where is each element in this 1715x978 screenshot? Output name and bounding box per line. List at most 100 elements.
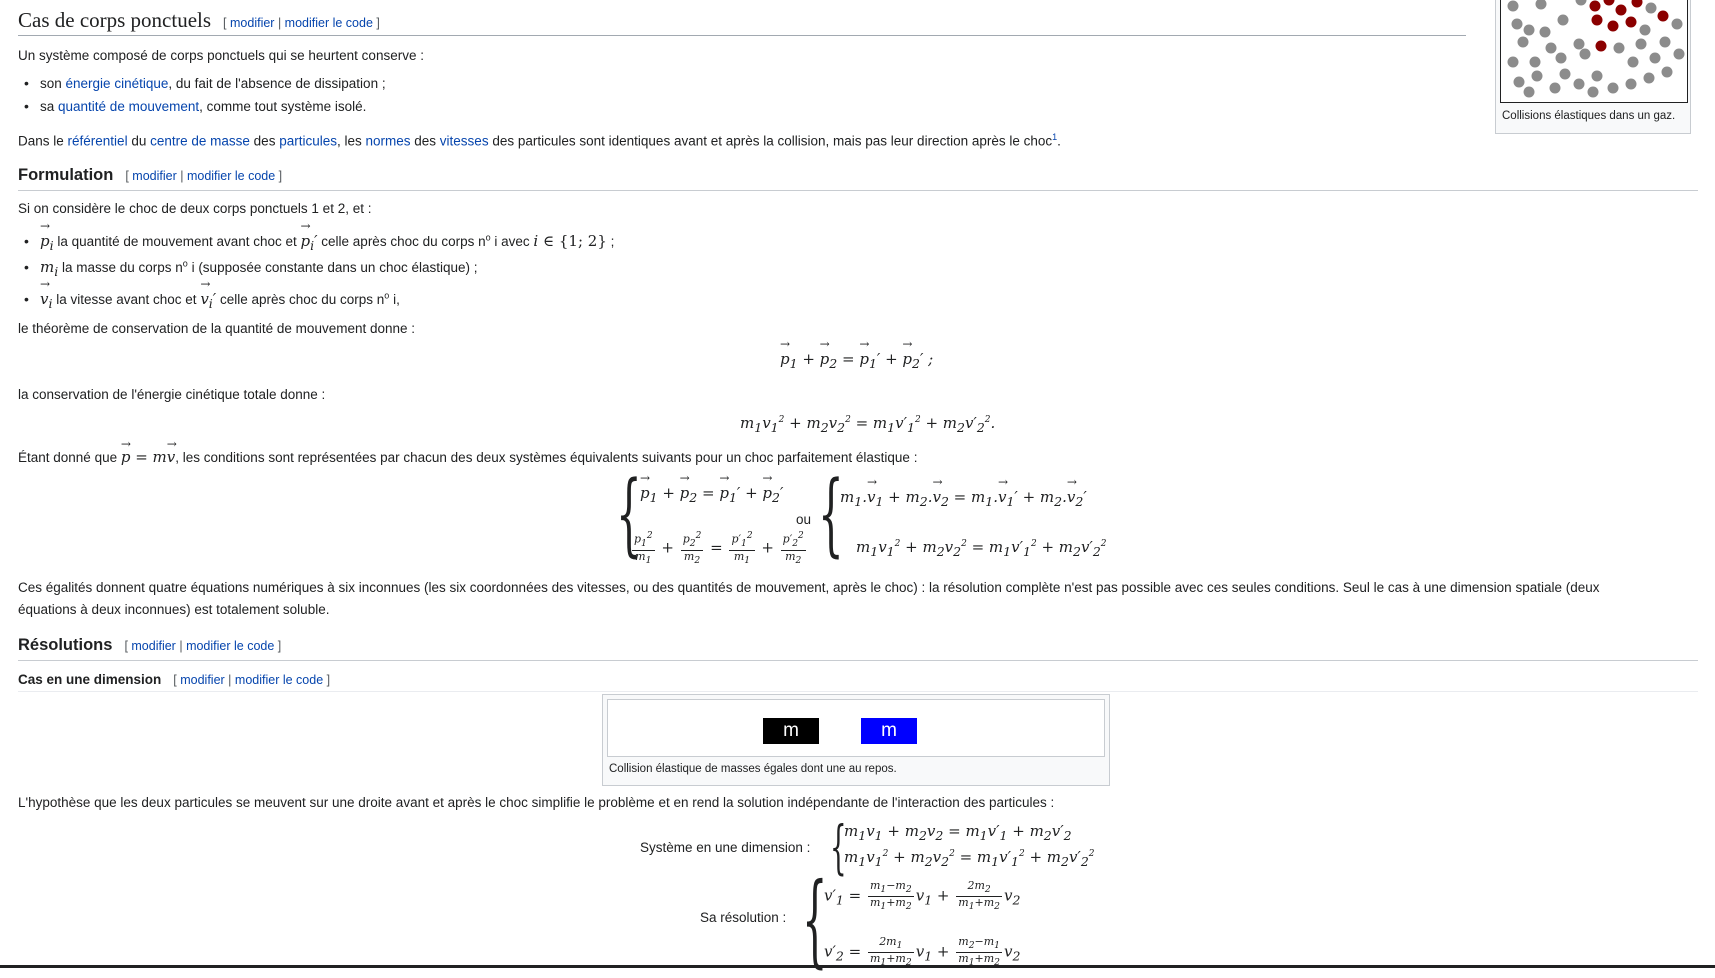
gas-particle-grey [1559, 68, 1571, 80]
text: sa [40, 99, 59, 114]
edit-link[interactable]: modifier [132, 169, 176, 183]
gas-particle-grey [1645, 2, 1657, 14]
section-heading-formulation: Formulation [ modifier | modifier le code… [18, 166, 1698, 191]
link-vitesses[interactable]: vitesses [440, 134, 489, 149]
math-m-i: mi [40, 258, 59, 279]
gas-particle-red [1625, 16, 1637, 28]
formulation-intro: Si on considère le choc de deux corps po… [18, 201, 372, 216]
link-normes[interactable]: normes [366, 134, 411, 149]
gas-particle-grey [1627, 56, 1639, 68]
heading-text: Résolutions [18, 636, 113, 654]
link-quantite-mouvement[interactable]: quantité de mouvement [58, 99, 199, 114]
math-p-equals-mv: p = mv [121, 433, 178, 466]
gas-particle-grey [1587, 86, 1599, 98]
text: i (supposée constante dans un choc élast… [187, 260, 478, 275]
text: son [40, 76, 66, 91]
gas-particle-grey [1661, 66, 1673, 78]
resolution-eq1: v′1 = m1−m2 m1+m2 v1 + 2m2 m1+m2 v2 [824, 879, 1021, 913]
text: . [1057, 133, 1061, 149]
gas-particle-grey [1639, 24, 1651, 36]
system-1d-eq1: m1v1 + m2v2 = m1v′1 + m2v′2 [844, 822, 1072, 843]
list-item-energie: son énergie cinétique, du fait de l'abse… [24, 75, 386, 91]
gas-particle-grey [1507, 0, 1519, 12]
edit-link[interactable]: modifier [230, 16, 274, 30]
edit-code-link[interactable]: modifier le code [235, 673, 323, 687]
mass-collision-image[interactable]: m m [607, 699, 1105, 757]
link-energie-cinetique[interactable]: énergie cinétique [66, 76, 169, 91]
gas-particle-grey [1613, 42, 1625, 54]
gas-thumbnail: Collisions élastiques dans un gaz. [1495, 0, 1691, 134]
hypothesis-paragraph: L'hypothèse que les deux particules se m… [18, 795, 1055, 810]
gas-particle-grey [1575, 0, 1587, 6]
edit-code-link[interactable]: modifier le code [186, 639, 274, 653]
text: , les conditions sont représentées par c… [175, 450, 918, 465]
section-heading-resolutions: Résolutions [ modifier | modifier le code… [18, 636, 1698, 661]
gas-particle-grey [1671, 18, 1683, 30]
link-particules[interactable]: particules [279, 134, 337, 149]
gas-particle-grey [1643, 72, 1655, 84]
list-item-momentum: pi la quantité de mouvement avant choc e… [24, 219, 615, 253]
gas-particle-red [1603, 0, 1615, 6]
gas-particle-red [1657, 10, 1669, 22]
mass-collision-thumbnail: m m Collision élastique de masses égales… [602, 694, 1110, 786]
text: i avec [490, 234, 534, 249]
system-a-energy: p12 m1 + p22 m2 = p′12 m1 + p′22 m2 [632, 531, 806, 567]
link-referentiel[interactable]: référentiel [68, 134, 128, 149]
gas-particle-grey [1573, 78, 1585, 90]
article-content: Cas de corps ponctuels [ modifier | modif… [18, 0, 1698, 970]
gas-particle-red [1589, 0, 1601, 12]
text: ; [606, 234, 615, 249]
text: Étant donné que [18, 450, 121, 465]
vector-p-i-prime: pi′ [301, 219, 318, 253]
edit-code-link[interactable]: modifier le code [187, 169, 275, 183]
system-1d-label: Système en une dimension : [640, 840, 811, 855]
gas-particle-grey [1673, 48, 1685, 60]
gas-particle-grey [1557, 14, 1569, 26]
edit-link[interactable]: modifier [180, 673, 224, 687]
system-b-energy: m1v12 + m2v22 = m1v′12 + m2v′22 [856, 538, 1107, 559]
mass-block-left: m [763, 718, 819, 744]
edit-links: [ modifier | modifier le code ] [173, 673, 331, 687]
edit-code-link[interactable]: modifier le code [285, 16, 373, 30]
vector-v-i: vi [40, 277, 52, 311]
text: des [249, 133, 280, 149]
gas-particle-grey [1649, 52, 1661, 64]
gas-particle-grey [1659, 36, 1671, 48]
link-centre-de-masse[interactable]: centre de masse [150, 134, 250, 149]
gas-particle-grey [1523, 86, 1535, 98]
gas-particle-grey [1523, 24, 1535, 36]
gas-particle-grey [1591, 70, 1603, 82]
text: , du fait de l'absence de dissipation ; [168, 76, 386, 91]
vector-p-i: pi [40, 219, 54, 253]
list-item-quantite: sa quantité de mouvement, comme tout sys… [24, 98, 366, 114]
text: la quantité de mouvement avant choc et [53, 234, 301, 249]
kinetic-paragraph: la conservation de l'énergie cinétique t… [18, 387, 326, 402]
gas-caption: Collisions élastiques dans un gaz. [1502, 110, 1676, 122]
system-b-momentum: m1.v1 + m2.v2 = m1.v1′ + m2.v2′ [840, 475, 1087, 509]
gas-particle-red [1607, 20, 1619, 32]
gas-particle-grey [1529, 56, 1541, 68]
text: des particules sont identiques avant et … [488, 133, 1053, 149]
given-paragraph: Étant donné que p = mv, les conditions s… [18, 433, 918, 469]
text: celle après choc du corps n [317, 234, 486, 249]
gas-particle-red [1631, 0, 1643, 8]
text: celle après choc du corps n [216, 292, 385, 307]
text: , les [336, 133, 366, 149]
edit-link[interactable]: modifier [131, 639, 175, 653]
heading-text: Cas de corps ponctuels [18, 8, 212, 32]
section-heading-une-dimension: Cas en une dimension [ modifier | modifie… [18, 672, 1698, 692]
equalities-paragraph-cont: équations à deux inconnues) est totaleme… [18, 602, 330, 617]
or-label: ou [796, 512, 812, 527]
heading-text: Formulation [18, 166, 114, 184]
gas-particle-red [1615, 4, 1627, 16]
gas-particle-grey [1579, 48, 1591, 60]
gas-particle-grey [1511, 18, 1523, 30]
gas-particle-grey [1625, 78, 1637, 90]
gas-particle-grey [1573, 38, 1585, 50]
gas-particle-grey [1607, 82, 1619, 94]
intro-paragraph: Un système composé de corps ponctuels qu… [18, 48, 424, 63]
text: , comme tout système isolé. [199, 99, 367, 114]
gas-collision-image[interactable] [1500, 0, 1688, 103]
gas-particle-grey [1549, 82, 1561, 94]
gas-particle-grey [1555, 52, 1567, 64]
